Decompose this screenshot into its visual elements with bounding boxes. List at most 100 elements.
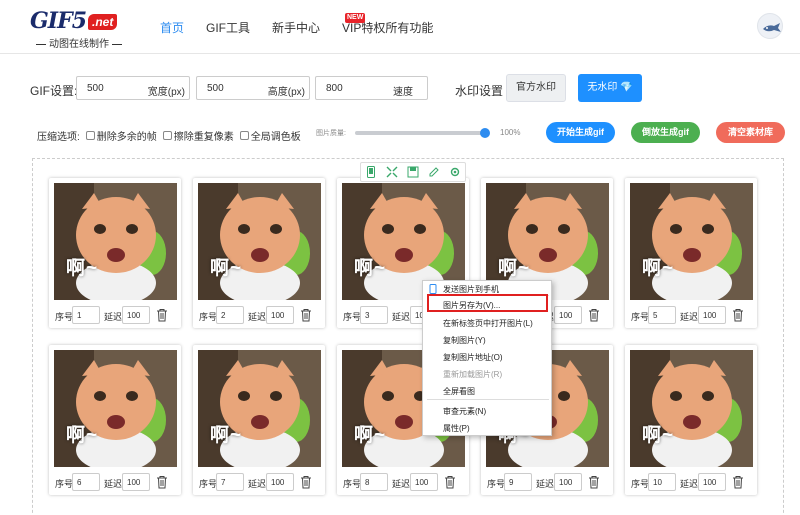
user-avatar[interactable] [757, 13, 783, 39]
ctx-open-in-new-tab[interactable]: 在新标签页中打开图片(L) [443, 318, 533, 329]
frame-card[interactable]: 啊~ 序号 10 延迟 100 [625, 345, 757, 495]
trash-icon[interactable] [444, 475, 456, 489]
ctx-properties[interactable]: 属性(P) [443, 423, 470, 434]
quality-label: 图片质量: [316, 130, 346, 137]
settings-icon[interactable] [448, 165, 462, 179]
delay-input[interactable]: 100 [266, 473, 294, 491]
crop-icon[interactable] [385, 165, 399, 179]
official-watermark-button[interactable]: 官方水印 [506, 74, 566, 102]
edit-icon[interactable] [427, 165, 441, 179]
remove-frames-checkbox[interactable] [85, 131, 95, 140]
trash-icon[interactable] [588, 308, 600, 322]
new-badge: NEW [345, 13, 366, 23]
frame-card[interactable]: 啊~ 序号 1 延迟 100 [49, 178, 181, 328]
frame-card[interactable]: 啊~ 序号 5 延迟 100 [625, 178, 757, 328]
delay-label: 延迟 [680, 312, 699, 322]
frame-card[interactable]: 啊~ 序号 7 延迟 100 [193, 345, 325, 495]
delay-input[interactable]: 100 [410, 473, 438, 491]
index-label: 序号 [199, 479, 218, 489]
trash-icon[interactable] [732, 475, 744, 489]
index-label: 序号 [631, 312, 650, 322]
trash-icon[interactable] [156, 475, 168, 489]
phone-send-icon [429, 284, 437, 294]
height-value: 500 [207, 83, 224, 94]
frame-image[interactable]: 啊~ [630, 350, 753, 467]
trash-icon[interactable] [156, 308, 168, 322]
index-input[interactable]: 1 [72, 306, 100, 324]
ctx-copy-image-address[interactable]: 复制图片地址(O) [443, 352, 503, 363]
trash-icon[interactable] [732, 308, 744, 322]
ctx-copy-image[interactable]: 复制图片(Y) [443, 335, 486, 346]
index-input[interactable]: 9 [504, 473, 532, 491]
speed-field[interactable]: 800 速度 [315, 76, 428, 100]
site-logo[interactable]: GIF5 .net 动图在线制作 [30, 8, 130, 50]
width-field[interactable]: 500 宽度(px) [76, 76, 190, 100]
index-input[interactable]: 2 [216, 306, 244, 324]
delay-input[interactable]: 100 [266, 306, 294, 324]
delay-input[interactable]: 100 [122, 306, 150, 324]
trash-icon[interactable] [300, 308, 312, 322]
frame-caption: 啊~ [210, 258, 243, 279]
frame-image[interactable]: 啊~ [630, 183, 753, 300]
save-icon[interactable] [406, 165, 420, 179]
frame-meta: 序号 1 延迟 100 [53, 306, 177, 324]
delay-input[interactable]: 100 [698, 306, 726, 324]
ctx-inspect-element[interactable]: 审查元素(N) [443, 406, 486, 417]
frame-meta: 序号 6 延迟 100 [53, 473, 177, 491]
index-input[interactable]: 3 [360, 306, 388, 324]
index-input[interactable]: 7 [216, 473, 244, 491]
erase-pixels-checkbox[interactable] [162, 131, 172, 140]
gif-settings-label: GIF设置: [30, 84, 78, 98]
index-input[interactable]: 10 [648, 473, 676, 491]
delay-label: 延迟 [392, 479, 411, 489]
frame-image[interactable]: 啊~ [54, 350, 177, 467]
clear-library-button[interactable]: 清空素材库 [716, 122, 785, 143]
frame-caption: 啊~ [642, 425, 675, 446]
delay-input[interactable]: 100 [698, 473, 726, 491]
nav-gif-tools[interactable]: GIF工具 [206, 19, 250, 36]
quality-slider-knob[interactable] [480, 128, 490, 138]
nav-all-features[interactable]: 所有功能 [385, 19, 433, 36]
frame-caption: 啊~ [66, 258, 99, 279]
speed-value: 800 [326, 83, 343, 94]
index-label: 序号 [55, 479, 74, 489]
index-label: 序号 [631, 479, 650, 489]
frame-image[interactable]: 啊~ [54, 183, 177, 300]
delay-label: 延迟 [680, 479, 699, 489]
width-unit: 宽度(px) [147, 87, 185, 98]
nav-home[interactable]: 首页 [160, 19, 184, 36]
ctx-fullscreen-view[interactable]: 全屏看图 [443, 386, 475, 397]
frame-card[interactable]: 啊~ 序号 2 延迟 100 [193, 178, 325, 328]
frame-meta: 序号 7 延迟 100 [197, 473, 321, 491]
frame-toolbar [360, 162, 466, 182]
delay-label: 延迟 [248, 479, 267, 489]
logo-tagline: 动图在线制作 [30, 35, 128, 50]
trash-icon[interactable] [588, 475, 600, 489]
height-field[interactable]: 500 高度(px) [196, 76, 310, 100]
watermark-label: 水印设置 [455, 84, 504, 98]
global-palette-checkbox[interactable] [239, 131, 249, 140]
frame-image[interactable]: 啊~ [198, 183, 321, 300]
frame-card[interactable]: 啊~ 序号 6 延迟 100 [49, 345, 181, 495]
frame-caption: 啊~ [642, 258, 675, 279]
global-palette-label: 全局调色板 [250, 132, 301, 143]
no-watermark-button[interactable]: 无水印 💎 [578, 74, 642, 102]
delay-input[interactable]: 100 [122, 473, 150, 491]
reverse-gif-button[interactable]: 倒放生成gif [631, 122, 700, 143]
speed-unit: 速度 [393, 87, 413, 98]
frame-image[interactable]: 啊~ [198, 350, 321, 467]
index-input[interactable]: 8 [360, 473, 388, 491]
delay-input[interactable]: 100 [554, 306, 582, 324]
index-label: 序号 [55, 312, 74, 322]
index-input[interactable]: 6 [72, 473, 100, 491]
nav-beginner-center[interactable]: 新手中心 [272, 19, 320, 36]
delay-input[interactable]: 100 [554, 473, 582, 491]
phone-icon[interactable] [364, 165, 378, 179]
start-gif-button[interactable]: 开始生成gif [546, 122, 615, 143]
index-input[interactable]: 5 [648, 306, 676, 324]
delay-label: 延迟 [392, 312, 411, 322]
quality-slider-track[interactable] [355, 131, 485, 135]
trash-icon[interactable] [300, 475, 312, 489]
frame-meta: 序号 10 延迟 100 [629, 473, 753, 491]
quality-value: 100% [500, 128, 521, 137]
